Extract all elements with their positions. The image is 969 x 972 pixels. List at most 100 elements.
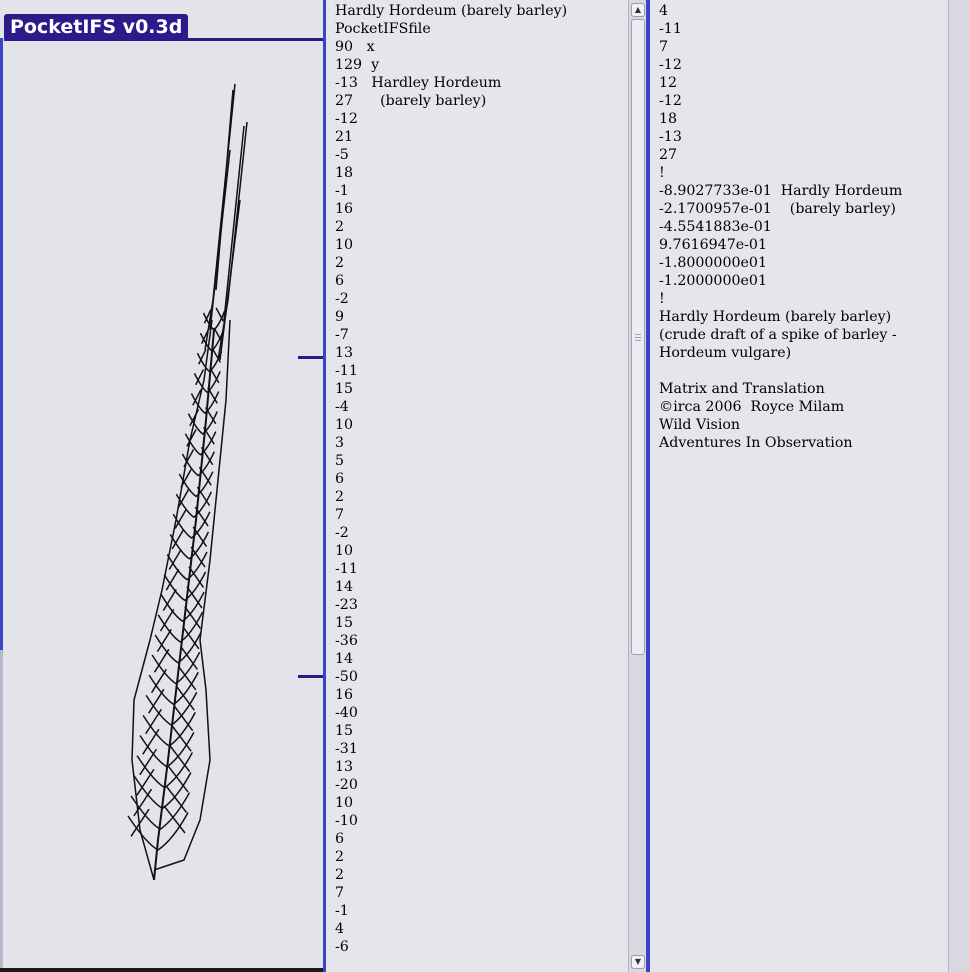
text-line: 18 (659, 111, 678, 127)
text-line: 12 (659, 75, 678, 91)
text-line: 14 (335, 651, 354, 667)
text-line: -20 (335, 777, 358, 793)
window-bottom-edge (0, 968, 326, 972)
drawing-window: PocketIFS v0.3d (0, 0, 326, 972)
text-line: -2 (335, 291, 349, 307)
text-line: 3 (335, 435, 345, 451)
text-line: 90 x (335, 39, 375, 55)
text-line: -2.1700957e-01 (barely barley) (659, 201, 896, 217)
text-line: -4.5541883e-01 (659, 219, 772, 235)
text-line: -4 (335, 399, 349, 415)
spike-stroke (190, 391, 220, 414)
scroll-thumb[interactable] (631, 19, 645, 655)
text-line: 6 (335, 831, 345, 847)
text-line: Hardly Hordeum (barely barley) (335, 3, 568, 19)
spike-stroke (219, 199, 241, 361)
matrix-text[interactable]: 4 -11 7 -12 12 -12 18 -13 27 ! -8.902773… (650, 0, 948, 452)
text-line: -1 (335, 183, 349, 199)
text-line: 10 (335, 237, 354, 253)
text-line: -11 (659, 21, 682, 37)
text-line: -11 (335, 363, 358, 379)
params-text-pane[interactable]: Hardly Hordeum (barely barley) PocketIFS… (326, 0, 628, 972)
text-line: 5 (335, 453, 345, 469)
text-line: 16 (335, 201, 354, 217)
text-line: 10 (335, 417, 354, 433)
text-line: -50 (335, 669, 358, 685)
text-line: -1 (335, 903, 349, 919)
spike-stroke (154, 631, 202, 664)
scroll-up-arrow-icon[interactable]: ▲ (631, 3, 645, 17)
drag-handle-lower[interactable] (298, 675, 324, 678)
grip-line (635, 340, 641, 341)
text-line: (crude draft of a spike of barley - (659, 327, 897, 343)
text-line: 16 (335, 687, 354, 703)
text-line: 7 (659, 39, 669, 55)
grip-line (635, 337, 641, 338)
barley-spike-drawing (127, 83, 248, 881)
text-line: -31 (335, 741, 358, 757)
text-line: 13 (335, 759, 354, 775)
text-line: 15 (335, 723, 354, 739)
text-line: -23 (335, 597, 358, 613)
text-line: 10 (335, 795, 354, 811)
spike-stroke (169, 745, 191, 773)
text-line: 27 (barely barley) (335, 93, 487, 109)
text-line: Hordeum vulgare) (659, 345, 792, 361)
spike-stroke (151, 651, 201, 685)
text-line: 2 (335, 849, 345, 865)
spike-stroke (175, 685, 195, 711)
text-line: 15 (335, 615, 354, 631)
pocketifs-screen: PocketIFS v0.3d Hardly Hordeum (barely b… (0, 0, 969, 972)
text-line: 14 (335, 579, 354, 595)
text-line: ! (659, 165, 665, 181)
text-line: -6 (335, 939, 349, 955)
params-scrollbar[interactable]: ▲ ▼ (628, 0, 647, 972)
text-line: 2 (335, 867, 345, 883)
text-line: PocketIFSfile (335, 21, 431, 37)
text-line: -11 (335, 561, 358, 577)
matrix-text-pane[interactable]: 4 -11 7 -12 12 -12 18 -13 27 ! -8.902773… (650, 0, 948, 972)
drag-handle-upper[interactable] (298, 356, 324, 359)
fractal-strokes (127, 83, 248, 881)
spike-stroke (165, 785, 188, 813)
text-line: 2 (335, 255, 345, 271)
text-line: -36 (335, 633, 358, 649)
spike-stroke (196, 351, 223, 373)
spike-stroke (160, 591, 205, 622)
text-line: Matrix and Translation (659, 381, 825, 397)
text-line: 6 (335, 471, 345, 487)
text-line: -12 (659, 57, 682, 73)
text-line: -8.9027733e-01 Hardly Hordeum (659, 183, 903, 199)
text-line: -13 Hardley Hordeum (335, 75, 502, 91)
text-line: -40 (335, 705, 358, 721)
text-line: 4 (335, 921, 345, 937)
spike-stroke (166, 551, 208, 581)
matrix-scrollbar[interactable] (948, 0, 969, 972)
params-text[interactable]: Hardly Hordeum (barely barley) PocketIFS… (326, 0, 628, 956)
text-line: Adventures In Observation (659, 435, 853, 451)
text-line: -5 (335, 147, 349, 163)
scroll-down-arrow-icon[interactable]: ▼ (631, 955, 645, 969)
text-line: 13 (335, 345, 354, 361)
text-line: -12 (335, 111, 358, 127)
spike-stroke (213, 327, 223, 343)
spike-stroke (163, 571, 207, 602)
spike-stroke (163, 805, 186, 834)
text-line: -13 (659, 129, 682, 145)
text-line: 9.7616947e-01 (659, 237, 767, 253)
text-line: 9 (335, 309, 345, 325)
text-line: -12 (659, 93, 682, 109)
text-line: -2 (335, 525, 349, 541)
spike-stroke (167, 765, 189, 793)
text-line: 21 (335, 129, 354, 145)
text-line: ©irca 2006 Royce Milam (659, 399, 845, 415)
text-line: 27 (659, 147, 678, 163)
text-line: Wild Vision (659, 417, 741, 433)
spike-stroke (171, 725, 192, 752)
text-line: -7 (335, 327, 349, 343)
text-line: 15 (335, 381, 354, 397)
text-line: 7 (335, 885, 345, 901)
text-line: 4 (659, 3, 669, 19)
spike-stroke (157, 611, 204, 643)
spike-stroke (193, 371, 221, 394)
